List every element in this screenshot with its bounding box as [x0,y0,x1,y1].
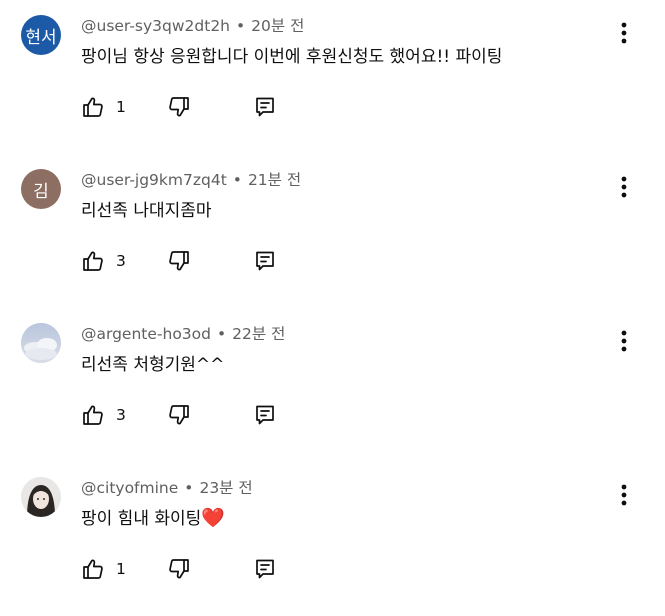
avatar-initials: 현서 [25,27,57,48]
comment-text-body: 팡이 힘내 화이팅 [81,509,202,529]
comment-author[interactable]: @argente-ho3od [81,325,211,343]
separator-dot: • [184,479,194,497]
comment-text: 팡이 힘내 화이팅❤️ [81,504,225,529]
comment-actions: 1 [81,555,277,583]
separator-dot: • [236,17,246,35]
dislike-button[interactable] [167,557,191,581]
comment-actions: 3 [81,247,277,275]
more-vertical-icon[interactable] [614,482,634,508]
comment-author[interactable]: @user-jg9km7zq4t [81,171,227,189]
separator-dot: • [232,171,242,189]
like-button[interactable]: 1 [81,95,161,119]
dislike-button[interactable] [167,249,191,273]
comment-meta: @user-jg9km7zq4t • 21분 전 [81,168,301,190]
comment-meta: @cityofmine • 23분 전 [81,476,253,498]
thumb-up-icon [81,95,105,119]
heart-emoji: ❤️ [201,507,225,529]
avatar[interactable]: 현서 [21,15,61,55]
dislike-button[interactable] [167,95,191,119]
like-count: 1 [116,560,126,578]
comment-author[interactable]: @cityofmine [81,479,178,497]
comment-actions: 1 [81,93,277,121]
dislike-button[interactable] [167,403,191,427]
cloud-photo-icon [21,323,61,363]
reply-button[interactable] [253,249,277,273]
comment-item: @cityofmine • 23분 전 팡이 힘내 화이팅❤️ 1 [0,462,665,616]
thumb-down-icon [167,249,191,273]
like-button[interactable]: 3 [81,403,161,427]
reply-icon [253,557,277,581]
thumb-up-icon [81,557,105,581]
comment-text: 리선족 나대지좀마 [81,201,212,221]
avatar[interactable] [21,477,61,517]
like-count: 3 [116,406,126,424]
thumb-up-icon [81,403,105,427]
thumb-down-icon [167,557,191,581]
comment-item: 김 @user-jg9km7zq4t • 21분 전 리선족 나대지좀마 3 [0,154,665,308]
avatar-initials: 김 [33,181,49,202]
reply-button[interactable] [253,403,277,427]
comment-item: @argente-ho3od • 22분 전 리선족 처형기원^^ 3 [0,308,665,462]
more-vertical-icon[interactable] [614,20,634,46]
reply-icon [253,249,277,273]
avatar[interactable]: 김 [21,169,61,209]
comment-text: 리선족 처형기원^^ [81,355,225,375]
reply-icon [253,403,277,427]
profile-photo-icon [21,477,61,517]
like-count: 1 [116,98,126,116]
comment-text: 팡이님 항상 응원합니다 이번에 후원신청도 했어요!! 파이팅 [81,47,503,67]
avatar[interactable] [21,323,61,363]
comment-meta: @user-sy3qw2dt2h • 20분 전 [81,14,304,36]
more-vertical-icon[interactable] [614,174,634,200]
more-vertical-icon[interactable] [614,328,634,354]
comment-actions: 3 [81,401,277,429]
comment-meta: @argente-ho3od • 22분 전 [81,322,285,344]
thumb-down-icon [167,403,191,427]
like-button[interactable]: 1 [81,557,161,581]
reply-button[interactable] [253,95,277,119]
comment-item: 현서 @user-sy3qw2dt2h • 20분 전 팡이님 항상 응원합니다 이… [0,0,665,154]
separator-dot: • [217,325,227,343]
comment-time[interactable]: 22분 전 [232,325,285,343]
reply-icon [253,95,277,119]
comment-time[interactable]: 20분 전 [251,17,304,35]
like-button[interactable]: 3 [81,249,161,273]
comment-author[interactable]: @user-sy3qw2dt2h [81,17,230,35]
comment-time[interactable]: 21분 전 [248,171,301,189]
thumb-down-icon [167,95,191,119]
thumb-up-icon [81,249,105,273]
reply-button[interactable] [253,557,277,581]
like-count: 3 [116,252,126,270]
comment-time[interactable]: 23분 전 [199,479,252,497]
